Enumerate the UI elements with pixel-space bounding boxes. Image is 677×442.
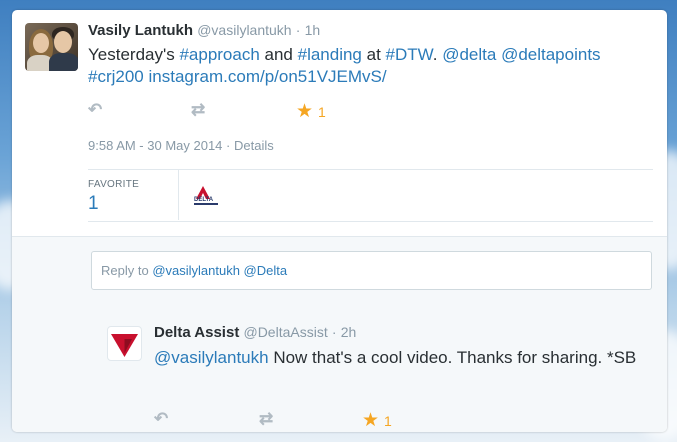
hashtag-link[interactable]: #crj200 xyxy=(88,67,144,86)
retweet-icon: ⇄ xyxy=(191,100,206,119)
retweet-icon: ⇄ xyxy=(259,409,274,428)
reply-text: @vasilylantukh Now that's a cool video. … xyxy=(154,346,654,370)
favoriter-avatar[interactable]: DELTA xyxy=(191,184,221,208)
time-ago[interactable]: 1h xyxy=(305,22,321,38)
avatar[interactable] xyxy=(107,326,142,361)
hashtag-link[interactable]: #landing xyxy=(298,45,362,64)
star-icon: ★ xyxy=(296,101,314,122)
favorite-button[interactable]: ★ 1 xyxy=(296,100,326,123)
tweet-text-segment: and xyxy=(259,45,298,64)
reply-button[interactable]: ↶ xyxy=(88,100,102,120)
tweet-text-segment: . xyxy=(432,45,443,64)
mention-link[interactable]: @delta xyxy=(442,45,496,64)
tweet-text: Yesterday's #approach and #landing at #D… xyxy=(88,44,648,88)
divider xyxy=(88,221,653,222)
retweet-button[interactable]: ⇄ xyxy=(191,100,205,120)
reply-area: Reply to @vasilylantukh @Delta xyxy=(12,236,667,312)
time-ago[interactable]: 2h xyxy=(341,324,357,340)
reply-input[interactable]: Reply to @vasilylantukh @Delta xyxy=(91,251,652,290)
tweet-timestamp-row: 9:58 AM - 30 May 2014 · Details xyxy=(88,138,274,153)
reply-arrow-icon: ↶ xyxy=(88,100,103,119)
divider xyxy=(88,169,653,170)
separator-dot: · xyxy=(226,138,231,153)
hashtag-link[interactable]: #approach xyxy=(179,45,259,64)
stats-label: FAVORITE xyxy=(88,179,140,190)
tweet-actions: ↶ ⇄ ★ 1 xyxy=(88,100,388,123)
retweet-button[interactable]: ⇄ xyxy=(259,409,273,429)
author-name[interactable]: Vasily Lantukh xyxy=(88,22,193,39)
mention-link[interactable]: @deltapoints xyxy=(501,45,601,64)
hashtag-link[interactable]: #DTW xyxy=(386,45,433,64)
reply-arrow-icon: ↶ xyxy=(154,409,169,428)
details-link[interactable]: Details xyxy=(234,138,274,153)
reply-mentions: @vasilylantukh @Delta xyxy=(152,263,288,278)
separator-dot: · xyxy=(331,324,337,340)
reply-header: Delta Assist @DeltaAssist · 2h xyxy=(154,324,356,341)
avatar[interactable] xyxy=(25,23,78,71)
favorite-count: 1 xyxy=(318,103,326,120)
tweet-header: Vasily Lantukh @vasilylantukh · 1h xyxy=(88,22,320,39)
stats-separator xyxy=(178,170,179,220)
url-link[interactable]: instagram.com/p/on51VJEMvS/ xyxy=(149,67,387,86)
tweet-text-segment: at xyxy=(361,45,386,64)
favorite-button[interactable]: ★ 1 xyxy=(362,409,392,432)
delta-widget-icon xyxy=(111,334,138,357)
separator-dot: · xyxy=(295,22,301,38)
reply-prefix: Reply to xyxy=(101,263,153,278)
star-icon: ★ xyxy=(362,410,380,431)
tweet-text-segment: Yesterday's xyxy=(88,45,180,64)
author-handle[interactable]: @DeltaAssist xyxy=(243,324,327,340)
delta-logo-icon: DELTA xyxy=(194,186,218,205)
stats-count[interactable]: 1 xyxy=(88,193,99,215)
favorite-count: 1 xyxy=(384,412,392,429)
reply-body: Now that's a cool video. Thanks for shar… xyxy=(268,348,637,367)
author-handle[interactable]: @vasilylantukh xyxy=(197,22,291,38)
mention-link[interactable]: @vasilylantukh xyxy=(154,348,269,367)
favoriter-logo-text: DELTA xyxy=(194,197,214,203)
reply-actions: ↶ ⇄ ★ 1 xyxy=(154,409,454,432)
reply-tweet: Delta Assist @DeltaAssist · 2h @vasilyla… xyxy=(12,311,667,432)
author-name[interactable]: Delta Assist xyxy=(154,324,239,341)
tweet-card: Vasily Lantukh @vasilylantukh · 1h Yeste… xyxy=(12,10,667,432)
reply-button[interactable]: ↶ xyxy=(154,409,168,429)
timestamp: 9:58 AM - 30 May 2014 xyxy=(88,138,223,153)
